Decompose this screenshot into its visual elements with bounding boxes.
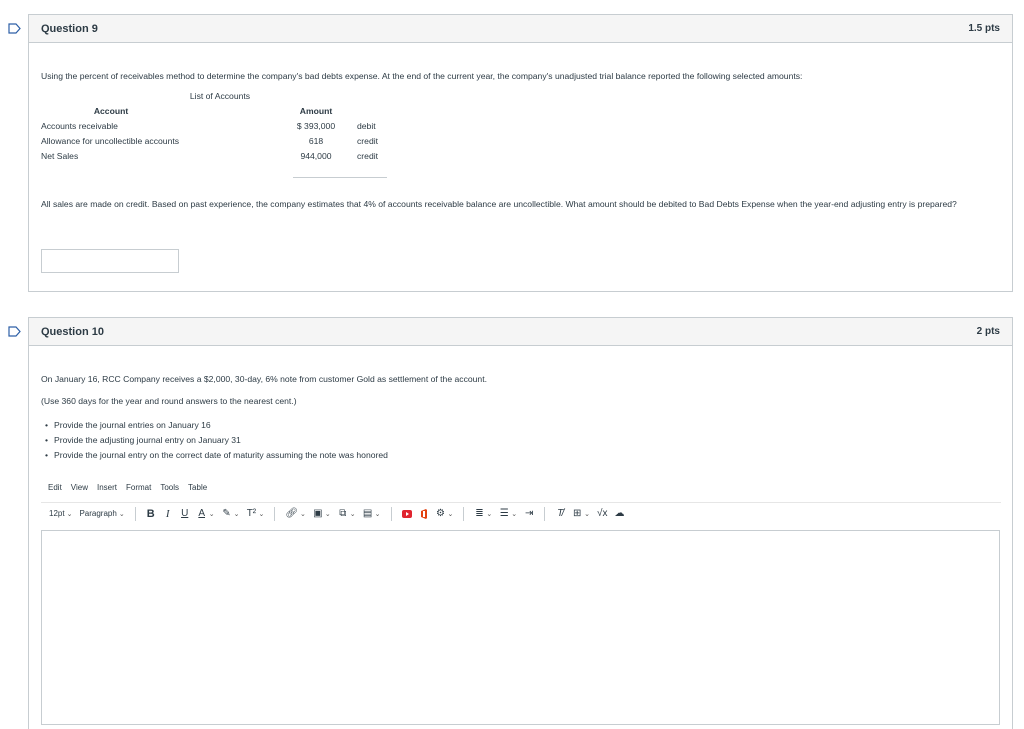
font-size-select[interactable]: 12pt ⌄ <box>49 509 72 518</box>
bullet-list-icon: ☰ <box>499 508 509 519</box>
question-title: Question 10 <box>41 325 104 338</box>
instruction-list: Provide the journal entries on January 1… <box>45 418 388 463</box>
youtube-icon[interactable] <box>401 508 412 520</box>
table-caption: List of Accounts <box>189 91 251 101</box>
office-icon[interactable] <box>419 508 429 520</box>
question-points: 1.5 pts <box>968 23 1000 34</box>
plug-icon: ⚙ <box>436 508 445 519</box>
question-prompt: On January 16, RCC Company receives a $2… <box>41 374 487 384</box>
text-color-icon: A <box>198 508 206 519</box>
table-row: Accounts receivable $ 393,000 debit <box>41 118 399 133</box>
column-header-account: Account <box>93 106 129 116</box>
chevron-down-icon: ⌄ <box>486 510 493 518</box>
menu-table[interactable]: Table <box>188 483 207 492</box>
superscript-button[interactable]: T² ⌄ <box>246 508 265 520</box>
account-type: credit <box>357 135 379 146</box>
column-header-amount: Amount <box>299 106 333 116</box>
table-icon: ⊞ <box>572 508 582 519</box>
lti-tools-icon[interactable]: ☁ <box>615 508 625 520</box>
toolbar-separator <box>544 506 546 521</box>
flag-question-icon[interactable] <box>8 23 21 34</box>
menu-view[interactable]: View <box>71 483 88 492</box>
chevron-down-icon: ⌄ <box>233 510 240 518</box>
table-divider <box>293 177 387 178</box>
question-note: (Use 360 days for the year and round ans… <box>41 396 297 406</box>
apps-button[interactable]: ⚙ ⌄ <box>436 508 454 520</box>
list-item: Provide the adjusting journal entry on J… <box>45 433 388 448</box>
font-size-value: 12pt <box>49 509 65 518</box>
highlight-icon: ✎ <box>222 508 231 519</box>
menu-tools[interactable]: Tools <box>160 483 179 492</box>
question-text: All sales are made on credit. Based on p… <box>41 199 957 209</box>
toolbar-separator <box>463 506 465 521</box>
italic-icon[interactable]: I <box>163 508 173 520</box>
document-icon: ▤ <box>362 508 373 519</box>
list-item: Provide the journal entries on January 1… <box>45 418 388 433</box>
image-icon: ▣ <box>313 508 323 519</box>
menu-format[interactable]: Format <box>126 483 151 492</box>
flag-question-icon[interactable] <box>8 326 21 337</box>
chevron-down-icon: ⌄ <box>349 510 356 518</box>
chevron-down-icon: ⌄ <box>258 510 265 518</box>
account-name: Allowance for uncollectible accounts <box>41 135 180 146</box>
answer-input[interactable] <box>41 249 179 273</box>
menu-insert[interactable]: Insert <box>97 483 117 492</box>
list-button[interactable]: ☰ ⌄ <box>499 508 517 520</box>
editor-menubar: Edit View Insert Format Tools Table <box>48 483 207 492</box>
equation-icon[interactable]: √x <box>597 508 608 520</box>
superscript-icon: T² <box>246 508 257 519</box>
chevron-down-icon: ⌄ <box>447 510 454 518</box>
account-type: debit <box>357 120 376 131</box>
link-icon: 🔗︎ <box>285 508 299 519</box>
image-button[interactable]: ▣ ⌄ <box>313 508 331 520</box>
chevron-down-icon: ⌄ <box>374 510 381 518</box>
align-left-icon: ≣ <box>475 508 484 519</box>
account-name: Net Sales <box>41 150 79 161</box>
account-amount: 944,000 <box>300 150 332 161</box>
list-item: Provide the journal entry on the correct… <box>45 448 388 463</box>
toolbar-separator <box>134 506 136 521</box>
indent-icon[interactable]: ⇥ <box>524 508 534 520</box>
toolbar-separator <box>390 506 392 521</box>
chevron-down-icon: ⌄ <box>208 510 215 518</box>
question-header: Question 10 2 pts <box>29 318 1012 346</box>
chevron-down-icon: ⌄ <box>118 510 125 518</box>
account-amount: $ 393,000 <box>296 120 336 131</box>
document-button[interactable]: ▤ ⌄ <box>363 508 381 520</box>
chevron-down-icon: ⌄ <box>324 510 331 518</box>
account-type: credit <box>357 150 379 161</box>
question-10-card: Question 10 2 pts On January 16, RCC Com… <box>28 317 1013 729</box>
clear-formatting-icon[interactable]: T̸ <box>555 508 565 520</box>
question-9-card: Question 9 1.5 pts Using the percent of … <box>28 14 1013 292</box>
block-format-select[interactable]: Paragraph ⌄ <box>79 509 124 518</box>
chevron-down-icon: ⌄ <box>511 510 518 518</box>
link-button[interactable]: 🔗︎ ⌄ <box>285 508 306 520</box>
toolbar-separator <box>274 506 276 521</box>
chevron-down-icon: ⌄ <box>300 510 306 518</box>
table-row: Allowance for uncollectible accounts 618… <box>41 133 399 148</box>
question-title: Question 9 <box>41 22 98 35</box>
table-button[interactable]: ⊞ ⌄ <box>572 508 590 520</box>
text-color-button[interactable]: A ⌄ <box>197 508 215 520</box>
chevron-down-icon: ⌄ <box>584 510 591 518</box>
menu-edit[interactable]: Edit <box>48 483 62 492</box>
bold-icon[interactable]: B <box>146 508 156 520</box>
media-button[interactable]: ⧉ ⌄ <box>338 508 356 520</box>
question-points: 2 pts <box>976 326 1000 337</box>
question-header: Question 9 1.5 pts <box>29 15 1012 43</box>
editor-toolbar: 12pt ⌄ Paragraph ⌄ B I U A ⌄ ✎ ⌄ T² ⌄ 🔗︎ ⌄ ▣ ⌄ … <box>41 502 1001 524</box>
accounts-table: List of Accounts Account Amount Accounts… <box>41 91 399 163</box>
block-format-value: Paragraph <box>79 509 117 518</box>
question-prompt: Using the percent of receivables method … <box>41 71 803 81</box>
table-row: Net Sales 944,000 credit <box>41 148 399 163</box>
account-name: Accounts receivable <box>41 120 118 131</box>
account-amount: 618 <box>308 135 324 146</box>
underline-icon[interactable]: U <box>180 508 190 520</box>
align-button[interactable]: ≣ ⌄ <box>474 508 492 520</box>
media-icon: ⧉ <box>339 508 347 519</box>
highlight-button[interactable]: ✎ ⌄ <box>222 508 240 520</box>
chevron-down-icon: ⌄ <box>66 510 73 518</box>
rich-text-editor-area[interactable] <box>41 530 1000 725</box>
